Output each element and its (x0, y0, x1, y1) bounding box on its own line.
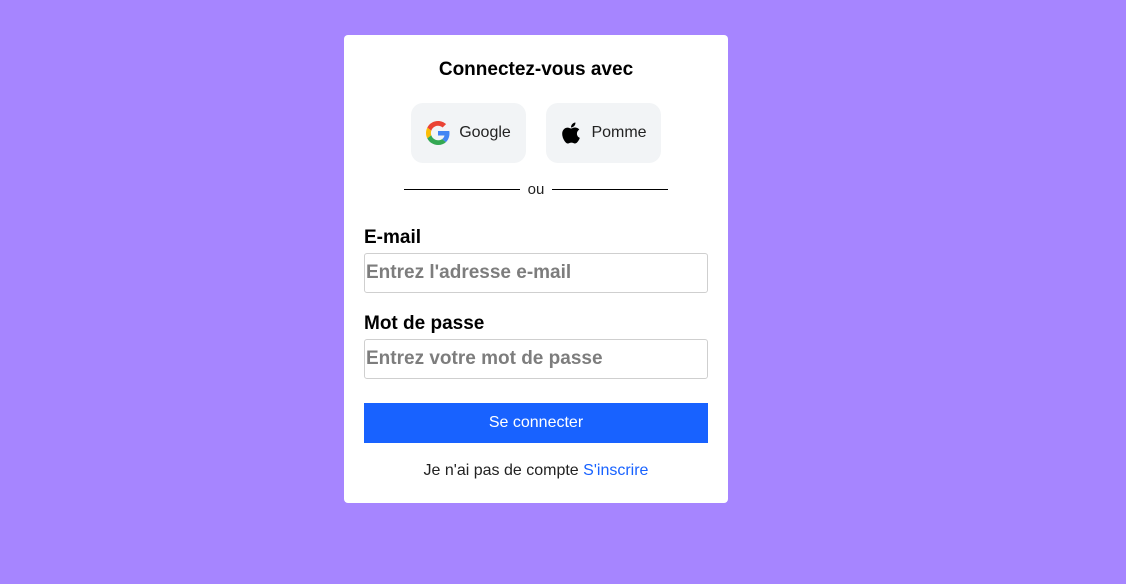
social-login-row: Google Pomme (411, 103, 661, 163)
signup-prompt: Je n'ai pas de compte (423, 462, 579, 479)
email-label: E-mail (364, 227, 422, 248)
or-divider: ou (404, 181, 668, 198)
signup-row: Je n'ai pas de compte S'inscrire (344, 462, 728, 480)
password-label: Mot de passe (364, 313, 485, 334)
apple-logo-icon (560, 121, 582, 145)
google-logo-icon (426, 121, 450, 145)
login-card: Connectez-vous avec Google Pomme ou E-ma… (344, 35, 728, 503)
google-login-label: Google (459, 124, 511, 141)
email-field[interactable] (364, 253, 708, 293)
google-login-button[interactable]: Google (411, 103, 526, 163)
divider-text: ou (527, 181, 545, 198)
apple-login-button[interactable]: Pomme (546, 103, 661, 163)
apple-login-label: Pomme (591, 124, 647, 141)
sign-in-button[interactable]: Se connecter (364, 403, 708, 443)
signup-link[interactable]: S'inscrire (583, 462, 648, 479)
divider-line-left (404, 189, 520, 190)
login-title: Connectez-vous avec (438, 59, 634, 80)
password-field[interactable] (364, 339, 708, 379)
divider-line-right (552, 189, 668, 190)
